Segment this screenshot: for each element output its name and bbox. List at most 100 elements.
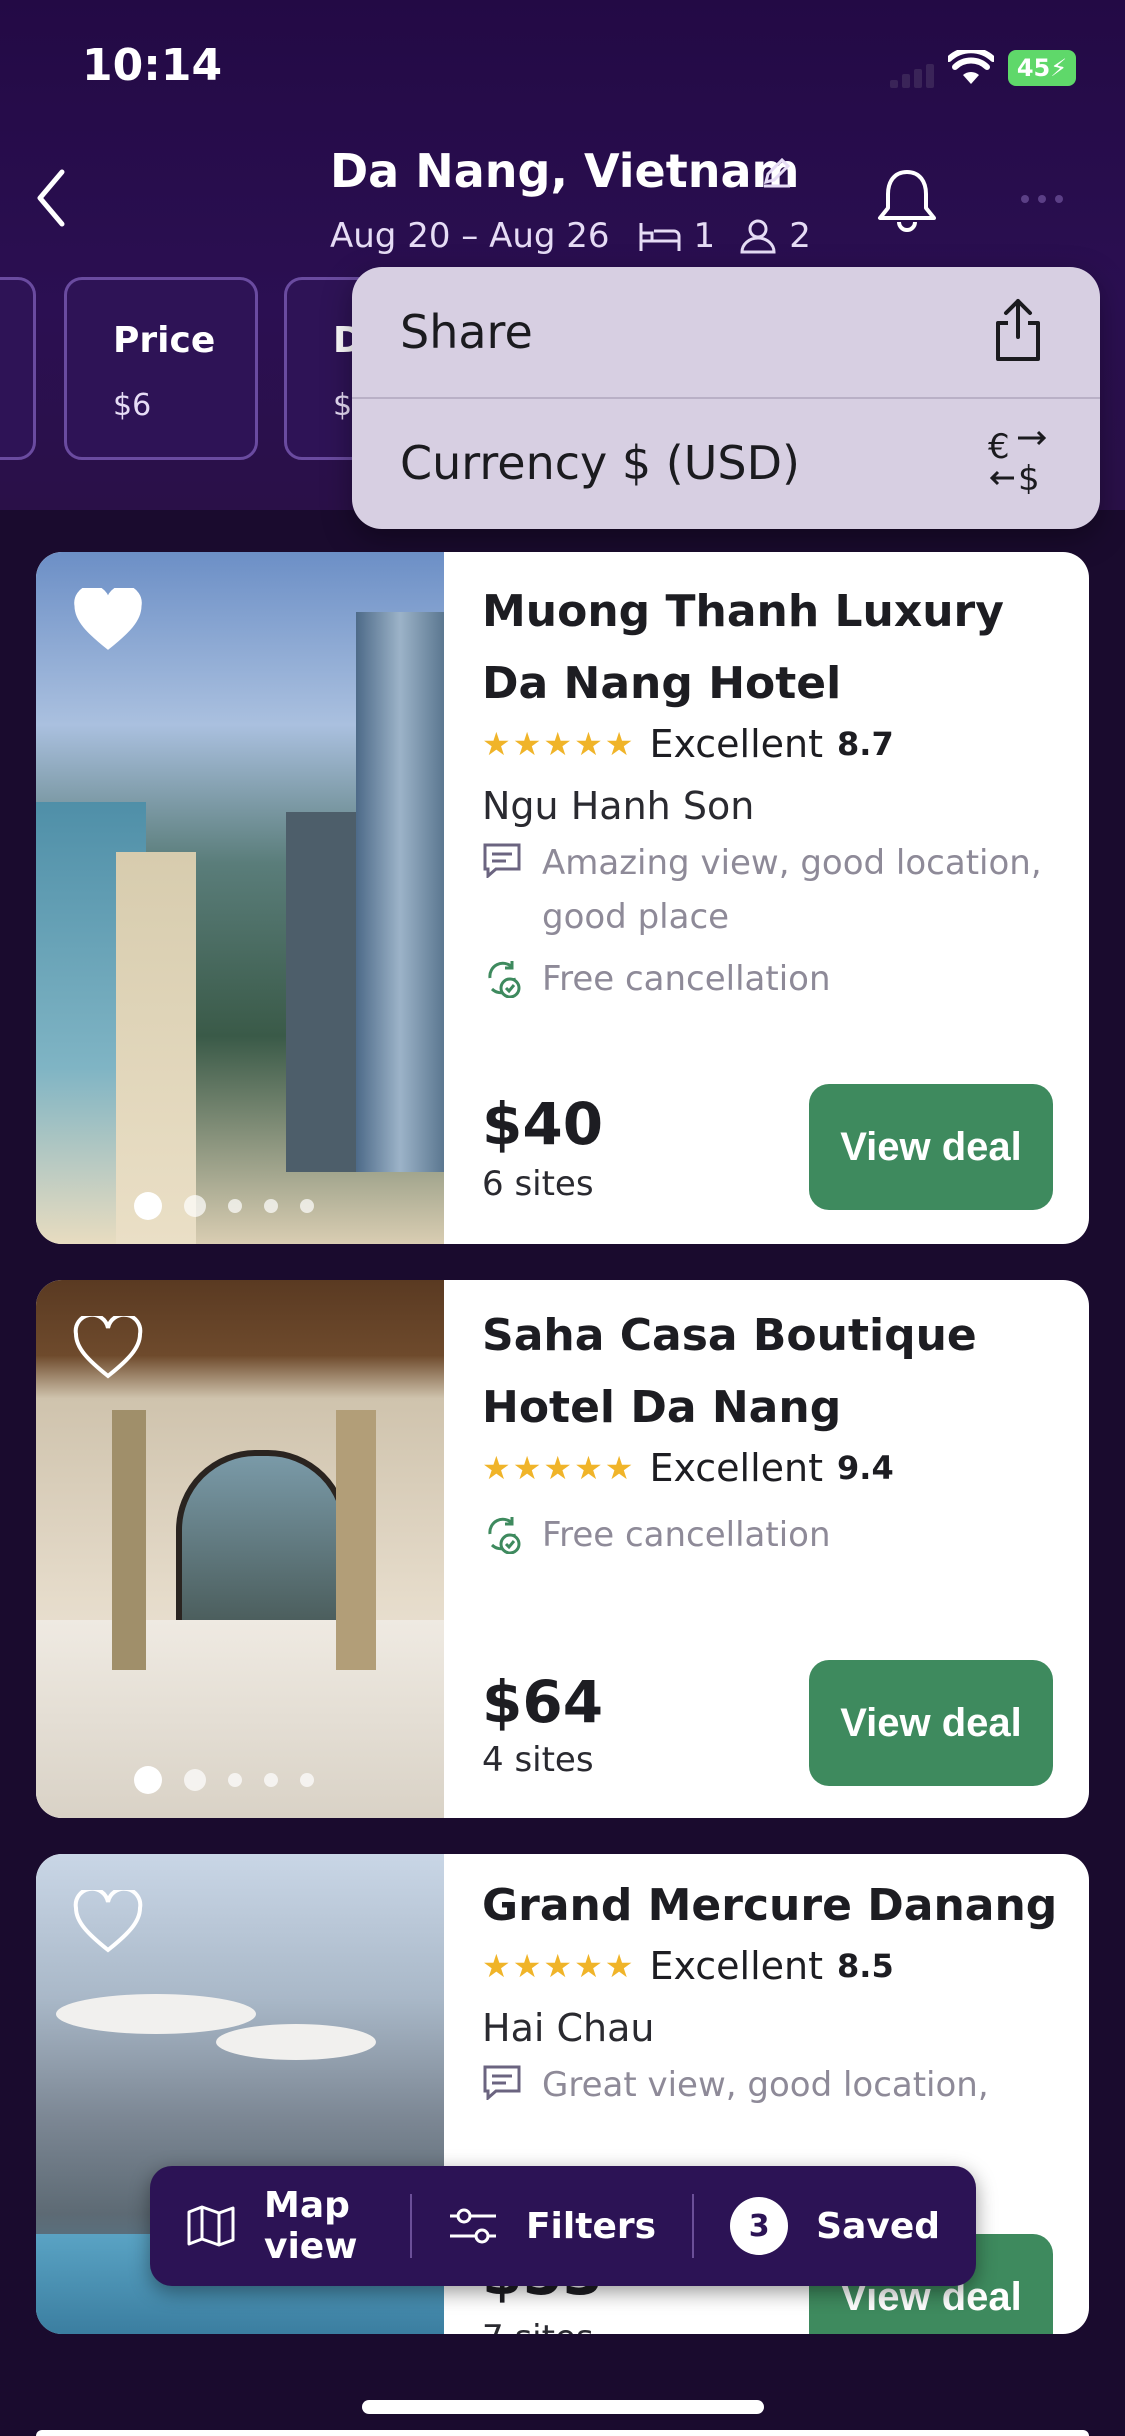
hotel-price: $64: [482, 1668, 604, 1736]
favorite-heart-outline-icon[interactable]: [72, 1316, 144, 1380]
carousel-dot: [264, 1199, 278, 1213]
menu-item-label: Currency $ (USD): [400, 436, 800, 490]
star-rating: ★★★★★: [482, 1449, 636, 1487]
menu-item-share[interactable]: Share: [352, 267, 1100, 398]
sites-count: 4 sites: [482, 1740, 594, 1780]
hotel-card[interactable]: Muong Thanh Luxury Da Nang Hotel ★★★★★ E…: [36, 552, 1089, 1244]
signal-icon: [890, 64, 940, 88]
rating-score: 8.7: [837, 725, 894, 763]
trip-details: Aug 20 – Aug 26 1 2: [330, 216, 811, 256]
svg-text:$: $: [1018, 459, 1040, 494]
free-cancellation-icon: [482, 952, 526, 1006]
map-icon: [186, 2204, 236, 2248]
saved-count-badge: 3: [730, 2197, 789, 2255]
carousel-dot: [228, 1199, 242, 1213]
review-snippet: Amazing view, good location, good place: [542, 843, 1042, 937]
menu-item-currency[interactable]: Currency $ (USD) € $: [352, 398, 1100, 529]
chip-value: $: [333, 388, 353, 423]
home-indicator[interactable]: [362, 2400, 764, 2414]
cancellation-text: Free cancellation: [542, 1515, 831, 1555]
currency-exchange-icon: € $: [984, 426, 1056, 494]
filters-label: Filters: [525, 2205, 657, 2247]
view-deal-button[interactable]: View deal: [809, 1660, 1053, 1786]
sites-count: 6 sites: [482, 1164, 594, 1204]
star-rating: ★★★★★: [482, 725, 636, 763]
review-row: Great view, good location,: [482, 2058, 1059, 2112]
edit-icon[interactable]: [760, 154, 792, 188]
filters-icon: [448, 2206, 498, 2246]
rooms-count: 1: [693, 216, 716, 256]
bed-icon: [638, 219, 682, 253]
hotel-price: $40: [482, 1090, 604, 1158]
hotel-info: Grand Mercure Danang ★★★★★ Excellent 8.5…: [482, 1870, 1059, 2112]
hotel-card[interactable]: Saha Casa Boutique Hotel Da Nang ★★★★★ E…: [36, 1280, 1089, 1818]
battery-indicator: 45 ⚡: [1008, 50, 1076, 86]
next-card-edge: [36, 2430, 1089, 2436]
star-rating: ★★★★★: [482, 1947, 636, 1985]
rating-score: 8.5: [837, 1947, 894, 1985]
battery-level: 45: [1016, 54, 1051, 82]
guest-icon: [739, 218, 777, 254]
back-icon[interactable]: [34, 168, 68, 228]
hotel-area: Ngu Hanh Son: [482, 784, 755, 828]
favorite-heart-icon[interactable]: [72, 588, 144, 652]
menu-item-label: Share: [400, 305, 533, 359]
comment-icon: [482, 2058, 526, 2112]
carousel-dot: [228, 1773, 242, 1787]
rating-word: Excellent: [649, 1944, 824, 1988]
carousel-dot: [300, 1773, 314, 1787]
carousel-dots: [134, 1192, 314, 1220]
guests-count: 2: [789, 216, 811, 256]
cancellation-text: Free cancellation: [542, 959, 831, 999]
comment-icon: [482, 836, 526, 944]
rating-word: Excellent: [649, 722, 824, 766]
hotel-name[interactable]: Saha Casa Boutique Hotel Da Nang: [482, 1300, 1059, 1444]
hotel-info: Muong Thanh Luxury Da Nang Hotel ★★★★★ E…: [482, 576, 1059, 1006]
carousel-dot-active: [134, 1766, 162, 1794]
rating-word: Excellent: [649, 1446, 824, 1490]
wifi-icon: [948, 50, 994, 86]
carousel-dot: [184, 1195, 206, 1217]
carousel-dot: [300, 1199, 314, 1213]
cancellation-row: Free cancellation: [482, 1508, 1059, 1562]
hotel-area: Hai Chau: [482, 2006, 655, 2050]
favorite-heart-outline-icon[interactable]: [72, 1890, 144, 1954]
rating-score: 9.4: [837, 1449, 894, 1487]
review-row: Amazing view, good location, good place: [482, 836, 1059, 944]
map-view-button[interactable]: Map view: [150, 2185, 410, 2267]
bell-icon[interactable]: [874, 164, 940, 232]
view-deal-button[interactable]: View deal: [809, 1084, 1053, 1210]
saved-button[interactable]: 3 Saved: [694, 2197, 976, 2255]
hotel-info: Saha Casa Boutique Hotel Da Nang ★★★★★ E…: [482, 1300, 1059, 1562]
destination-title[interactable]: Da Nang, Vietnam: [330, 144, 799, 198]
bottom-action-bar: Map view Filters 3 Saved: [150, 2166, 976, 2286]
carousel-dot: [184, 1769, 206, 1791]
review-snippet: Great view, good location,: [542, 2065, 989, 2105]
svg-text:€: €: [988, 427, 1010, 467]
carousel-dot: [264, 1773, 278, 1787]
more-options-icon[interactable]: [1020, 194, 1064, 204]
rating-row: ★★★★★ Excellent 9.4: [482, 1446, 1059, 1490]
hotel-name[interactable]: Grand Mercure Danang: [482, 1870, 1059, 1942]
status-time: 10:14: [82, 40, 223, 91]
carousel-dots: [134, 1766, 314, 1794]
options-menu: Share Currency $ (USD) € $: [352, 267, 1100, 529]
chip-title: Price: [113, 320, 216, 361]
chip-value: $6: [113, 388, 152, 423]
filter-chip-price[interactable]: Price $6: [64, 277, 258, 460]
rating-row: ★★★★★ Excellent 8.7: [482, 722, 1059, 766]
bottom-background: [0, 2334, 1125, 2436]
trip-dates: Aug 20 – Aug 26: [330, 216, 610, 256]
carousel-dot-active: [134, 1192, 162, 1220]
filters-button[interactable]: Filters: [412, 2206, 692, 2247]
map-view-label: Map view: [264, 2185, 358, 2267]
sites-count: 7 sites: [482, 2318, 594, 2334]
saved-label: Saved: [816, 2205, 941, 2247]
hotel-name[interactable]: Muong Thanh Luxury Da Nang Hotel: [482, 576, 1059, 720]
share-icon: [992, 297, 1044, 363]
free-cancellation-icon: [482, 1508, 526, 1562]
filter-chip-partial[interactable]: [0, 277, 36, 460]
rating-row: ★★★★★ Excellent 8.5: [482, 1944, 1059, 1988]
hotel-photo[interactable]: [36, 552, 444, 1244]
cancellation-row: Free cancellation: [482, 952, 1059, 1006]
